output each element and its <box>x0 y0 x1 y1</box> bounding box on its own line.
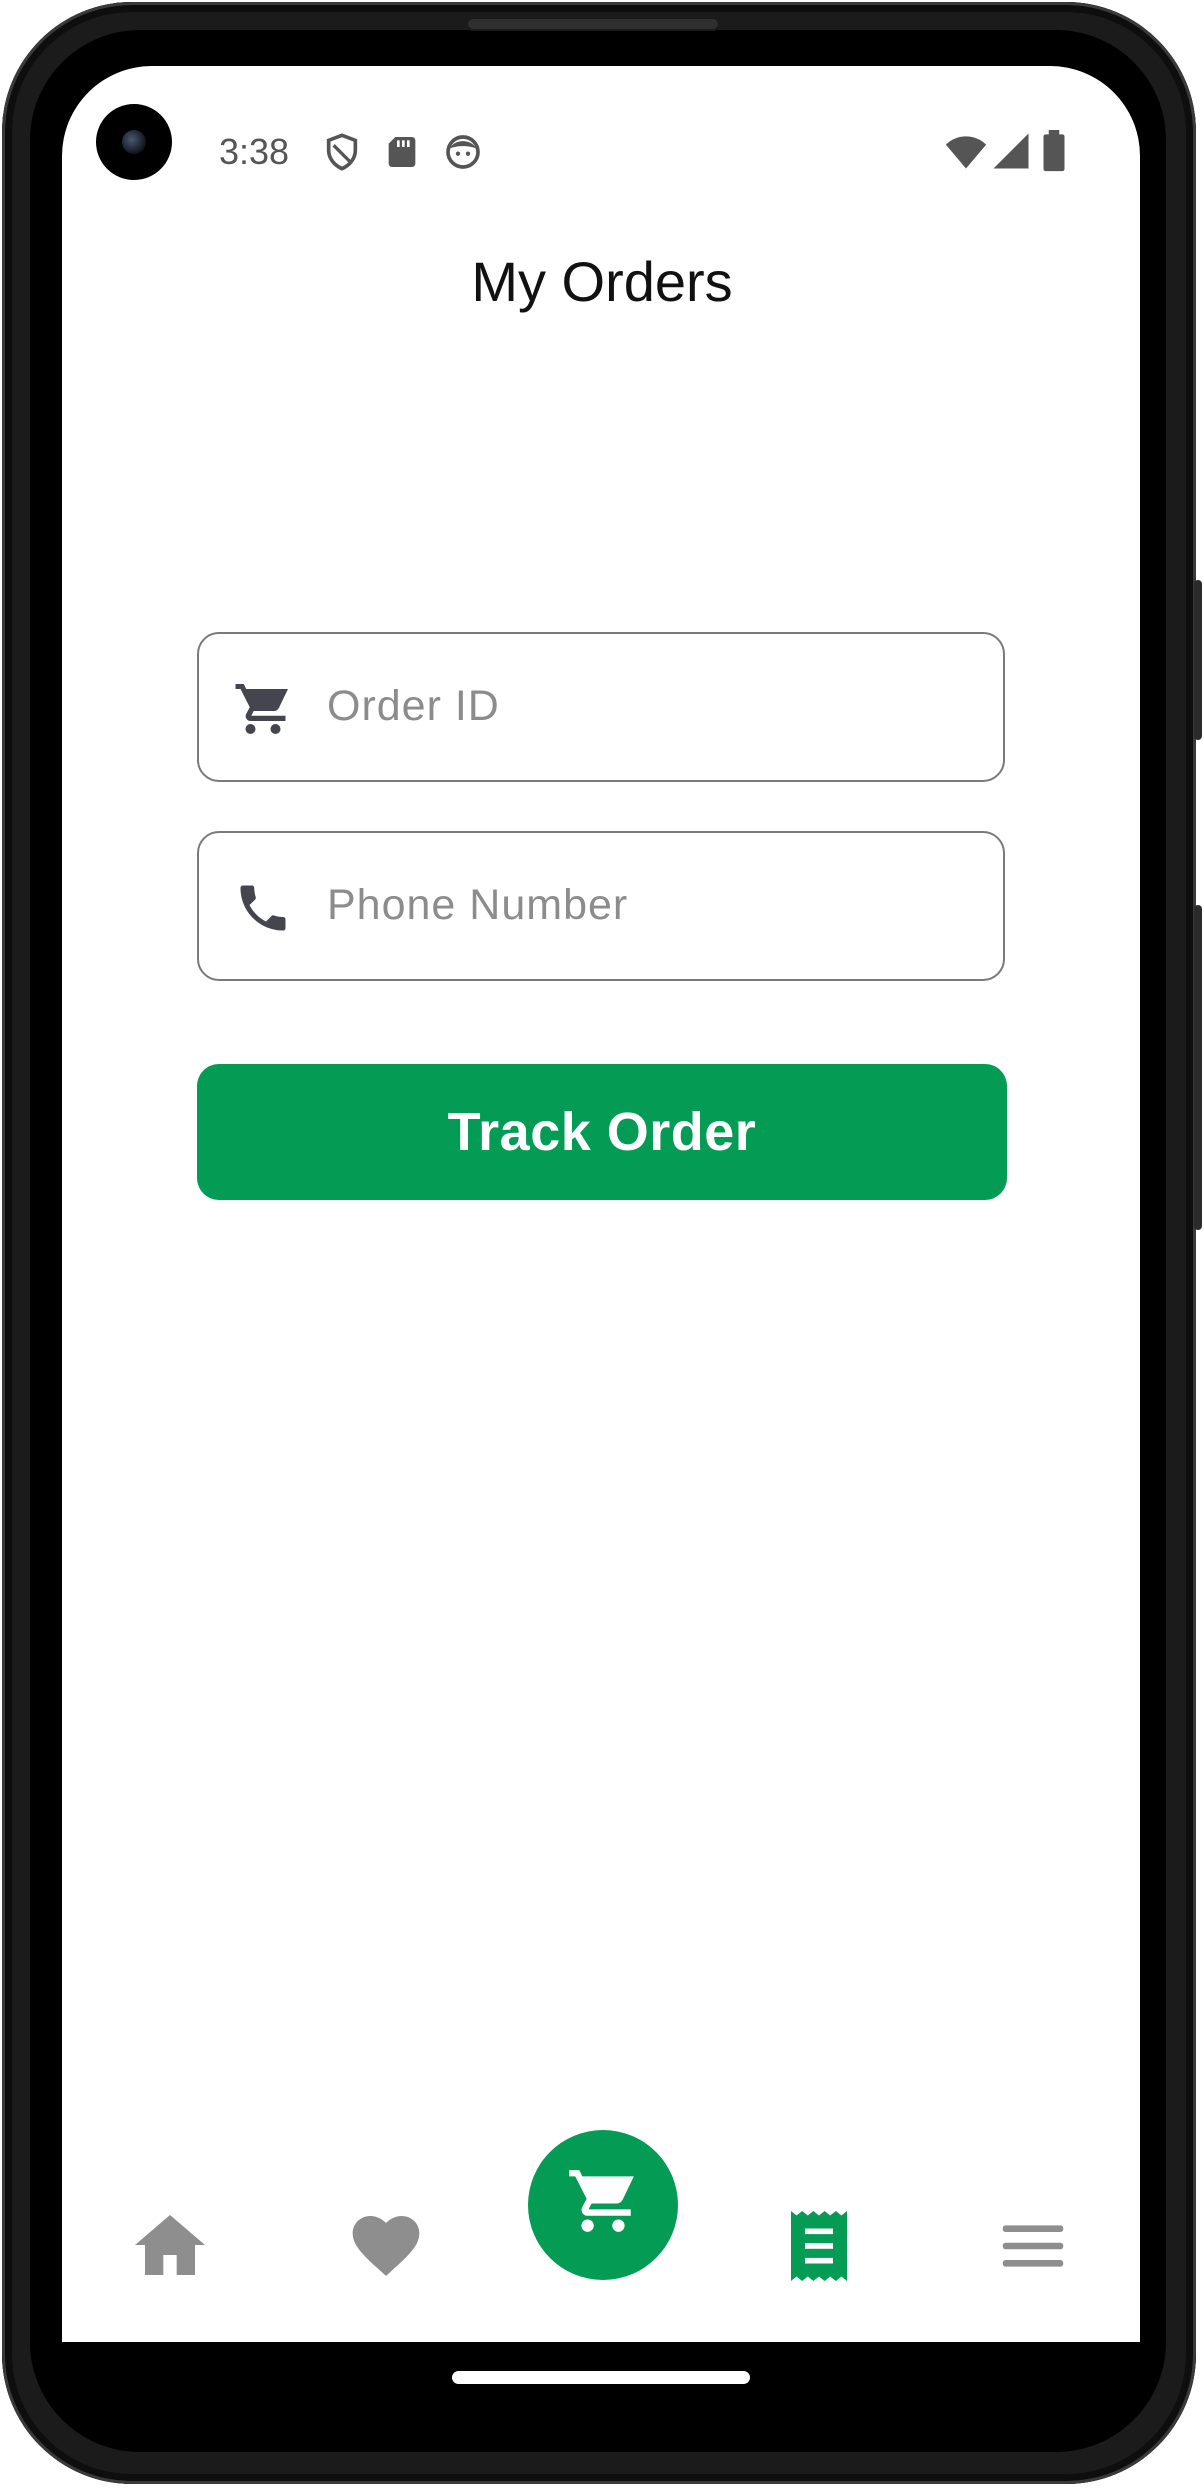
phone-icon <box>240 885 286 931</box>
status-time: 3:38 <box>219 131 290 172</box>
signal-icon <box>993 133 1029 169</box>
sd-card-icon <box>388 137 416 167</box>
front-camera <box>96 104 172 180</box>
power-button <box>1194 905 1202 1230</box>
phone-device: 3:38 My Orders Order ID Phone Number Tra… <box>0 0 1204 2491</box>
order-id-field[interactable] <box>197 632 1005 782</box>
volume-button <box>1194 580 1202 740</box>
cart-icon <box>235 684 288 734</box>
track-order-button[interactable]: Track Order <box>197 1064 1007 1200</box>
phone-number-field[interactable] <box>197 831 1005 981</box>
menu-icon[interactable] <box>1000 2204 1066 2288</box>
shield-icon <box>326 133 358 171</box>
battery-icon <box>1043 130 1065 172</box>
home-icon[interactable] <box>130 2205 210 2285</box>
screen <box>62 66 1140 2342</box>
earpiece-speaker <box>466 17 720 31</box>
order-id-input[interactable] <box>327 634 967 779</box>
heart-icon[interactable] <box>346 2206 426 2286</box>
receipt-icon[interactable] <box>777 2204 861 2288</box>
phone-number-input[interactable] <box>327 833 967 978</box>
page-title: My Orders <box>471 250 733 313</box>
cart-icon <box>569 2170 634 2232</box>
cart-fab-button[interactable] <box>528 2130 678 2280</box>
face-icon <box>446 135 480 169</box>
wifi-icon <box>945 136 987 169</box>
home-indicator[interactable] <box>452 2371 750 2384</box>
